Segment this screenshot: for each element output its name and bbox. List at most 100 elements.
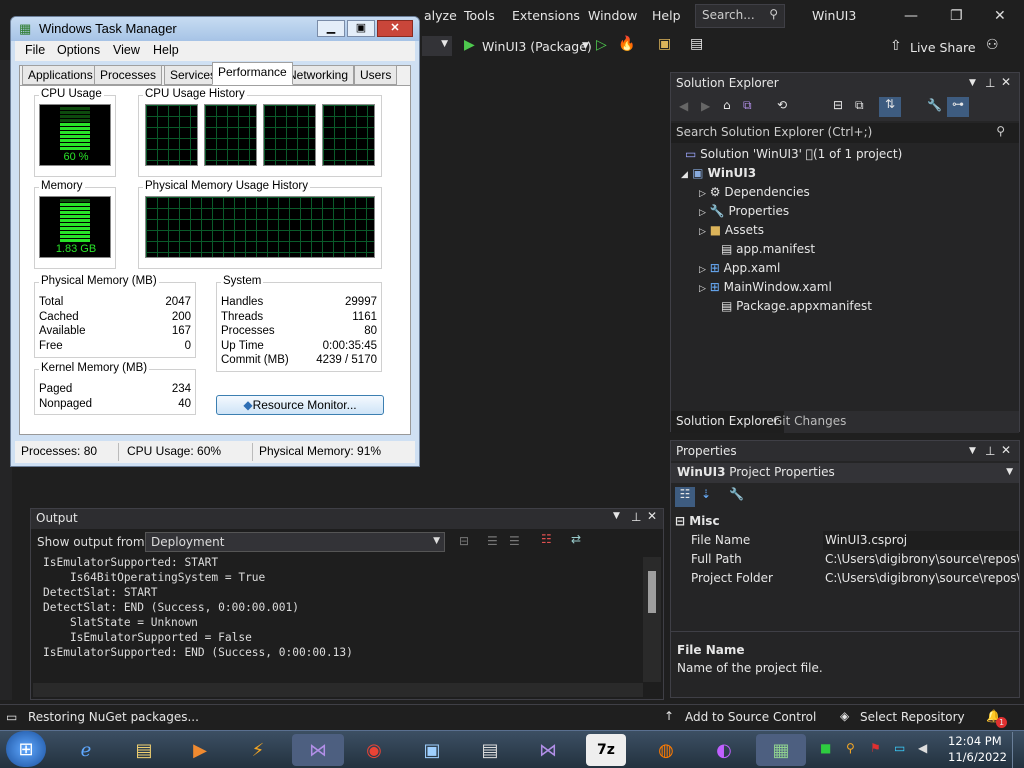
menu-tools[interactable]: Tools bbox=[464, 8, 495, 23]
alphabetical-icon[interactable]: ⇣ bbox=[701, 487, 711, 501]
tray-icon[interactable]: ■ bbox=[820, 741, 831, 755]
tree-item-properties[interactable]: ▷ 🔧 Properties bbox=[699, 202, 789, 221]
media-player-icon[interactable]: ▶ bbox=[180, 734, 220, 766]
show-all-files-icon[interactable]: ⧉ bbox=[855, 98, 864, 113]
property-row[interactable]: Project Folder C:\Users\digibrony\source\… bbox=[691, 569, 1019, 588]
tree-item-dependencies[interactable]: ▷ ⚙ Dependencies bbox=[699, 183, 810, 202]
tab-solution-explorer[interactable]: Solution Explorer bbox=[671, 411, 784, 433]
tree-item-mainwindow-xaml[interactable]: ▷ ⊞ MainWindow.xaml bbox=[699, 278, 832, 297]
collapse-all-icon[interactable]: ⊟ bbox=[833, 98, 843, 112]
chevron-down-icon[interactable]: ▼ bbox=[969, 446, 976, 456]
tree-solution[interactable]: ▭ Solution 'WinUI3'  (1 of 1 project) bbox=[685, 145, 902, 164]
tab-performance[interactable]: Performance bbox=[212, 62, 293, 85]
property-pages-icon[interactable]: 🔧 bbox=[729, 487, 744, 501]
resource-monitor-button[interactable]: ◆Resource Monitor... bbox=[216, 395, 384, 415]
word-wrap-icon[interactable]: ⇄ bbox=[571, 532, 581, 546]
tray-icon[interactable]: ⚲ bbox=[846, 741, 855, 755]
tab-git-changes[interactable]: Git Changes bbox=[773, 414, 846, 428]
pin-icon[interactable]: ⊥ bbox=[985, 444, 995, 458]
vs-switch-views-icon[interactable]: ⧉ bbox=[743, 98, 752, 113]
menu-help[interactable]: Help bbox=[652, 8, 681, 23]
tree-item-assets[interactable]: ▷ ■ Assets bbox=[699, 221, 764, 240]
history-icon[interactable]: ⟲ bbox=[777, 98, 787, 112]
menu-window[interactable]: Window bbox=[588, 8, 637, 23]
visual-studio-icon[interactable]: ⋈ bbox=[292, 734, 344, 766]
tree-project[interactable]: ◢ ▣ WinUI3 bbox=[681, 164, 756, 183]
output-source-dropdown[interactable]: Deployment ▼ bbox=[145, 532, 445, 552]
tray-icon[interactable]: ⚑ bbox=[870, 741, 881, 755]
tab-users[interactable]: Users bbox=[354, 65, 398, 85]
firefox-icon[interactable]: ◍ bbox=[646, 734, 686, 766]
chevron-down-icon[interactable]: ▼ bbox=[613, 511, 620, 521]
menu-options[interactable]: Options bbox=[57, 43, 100, 57]
tab-applications[interactable]: Applications bbox=[22, 65, 99, 85]
category-misc[interactable]: ⊟ Misc bbox=[675, 512, 720, 531]
minimize-icon[interactable]: — bbox=[904, 8, 918, 24]
properties-wrench-icon[interactable]: 🔧 bbox=[927, 98, 942, 112]
property-row[interactable]: Full Path C:\Users\digibrony\source\repos… bbox=[691, 550, 1019, 569]
menu-file[interactable]: File bbox=[25, 43, 45, 57]
add-to-source-control[interactable]: Add to Source Control bbox=[685, 710, 816, 724]
vs-search-box[interactable]: Search... ⚲ bbox=[695, 4, 785, 28]
back-icon[interactable]: ◀ bbox=[679, 99, 688, 113]
property-row[interactable]: File Name WinUI3.csproj bbox=[691, 531, 1019, 550]
7zip-icon[interactable]: 7z bbox=[586, 734, 626, 766]
config-dropdown[interactable]: ▼ bbox=[422, 36, 452, 56]
clock-time[interactable]: 12:04 PM bbox=[948, 734, 1002, 748]
show-desktop-button[interactable] bbox=[1012, 732, 1024, 768]
close-icon[interactable]: ✕ bbox=[994, 8, 1006, 24]
clear-all-icon[interactable]: ☷ bbox=[541, 532, 552, 546]
preview-icon[interactable]: ⊶ bbox=[947, 97, 969, 117]
close-icon[interactable]: ✕ bbox=[1001, 443, 1011, 457]
sync-icon[interactable]: ⇅ bbox=[879, 97, 901, 117]
picture-viewer-icon[interactable]: ▣ bbox=[412, 734, 452, 766]
notepad-icon[interactable]: ▤ bbox=[470, 734, 510, 766]
chrome-icon[interactable]: ◉ bbox=[354, 734, 394, 766]
prev-message-icon[interactable]: ☰ bbox=[487, 534, 498, 548]
pin-icon[interactable]: ⊥ bbox=[985, 76, 995, 90]
hot-reload-icon[interactable]: 🔥 bbox=[618, 36, 635, 52]
file-explorer-icon[interactable]: ▤ bbox=[124, 734, 164, 766]
close-icon[interactable]: ✕ bbox=[647, 509, 657, 523]
categorized-icon[interactable]: ☷ bbox=[675, 487, 695, 507]
start-without-debug-icon[interactable]: ▷ bbox=[596, 37, 607, 53]
next-message-icon[interactable]: ☰ bbox=[509, 534, 520, 548]
tray-icon[interactable]: ▭ bbox=[894, 741, 905, 755]
tree-item-app-manifest[interactable]: ▤ app.manifest bbox=[721, 240, 815, 259]
layout-icon[interactable]: ▤ bbox=[690, 36, 703, 52]
run-target[interactable]: WinUI3 (Package) bbox=[482, 39, 592, 54]
pin-icon[interactable]: ⊥ bbox=[631, 510, 641, 524]
tor-icon[interactable]: ◐ bbox=[704, 734, 744, 766]
close-icon[interactable]: ✕ bbox=[1001, 75, 1011, 89]
output-horizontal-scrollbar[interactable] bbox=[33, 683, 643, 697]
tree-item-package-manifest[interactable]: ▤ Package.appxmanifest bbox=[721, 297, 872, 316]
menu-view[interactable]: View bbox=[113, 43, 140, 57]
tab-networking[interactable]: Networking bbox=[282, 65, 355, 85]
menu-analyze[interactable]: alyze bbox=[424, 8, 457, 23]
output-vertical-scrollbar[interactable] bbox=[643, 557, 661, 682]
solution-explorer-search[interactable]: Search Solution Explorer (Ctrl+;) ⚲ bbox=[671, 123, 1019, 143]
find-message-icon[interactable]: ⊟ bbox=[459, 534, 469, 548]
minimize-button[interactable]: ▁ bbox=[317, 20, 345, 37]
tab-processes[interactable]: Processes bbox=[94, 65, 163, 85]
tree-item-app-xaml[interactable]: ▷ ⊞ App.xaml bbox=[699, 259, 780, 278]
close-button[interactable]: ✕ bbox=[377, 20, 413, 37]
menu-extensions[interactable]: Extensions bbox=[512, 8, 580, 23]
restore-icon[interactable]: ❐ bbox=[950, 8, 963, 24]
forward-icon[interactable]: ▶ bbox=[701, 99, 710, 113]
internet-explorer-icon[interactable]: ℯ bbox=[66, 734, 106, 766]
start-button[interactable]: ⊞ bbox=[6, 731, 46, 767]
menu-help[interactable]: Help bbox=[153, 43, 179, 57]
task-manager-icon[interactable]: ▦ bbox=[756, 734, 806, 766]
vs-installer-icon[interactable]: ⋈ bbox=[528, 734, 568, 766]
clock-date[interactable]: 11/6/2022 bbox=[948, 750, 1007, 764]
chevron-down-icon[interactable]: ▼ bbox=[969, 78, 976, 88]
feedback-icon[interactable]: ⚇ bbox=[986, 37, 999, 53]
app-icon[interactable]: ⚡ bbox=[238, 734, 278, 766]
chevron-down-icon[interactable]: ▼ bbox=[582, 41, 589, 51]
folder-icon[interactable]: ▣ bbox=[658, 36, 671, 52]
run-icon[interactable]: ▶ bbox=[464, 37, 475, 53]
output-text[interactable]: IsEmulatorSupported: START Is64BitOperat… bbox=[43, 555, 643, 660]
select-repository[interactable]: Select Repository bbox=[860, 710, 965, 724]
home-icon[interactable]: ⌂ bbox=[723, 98, 731, 112]
